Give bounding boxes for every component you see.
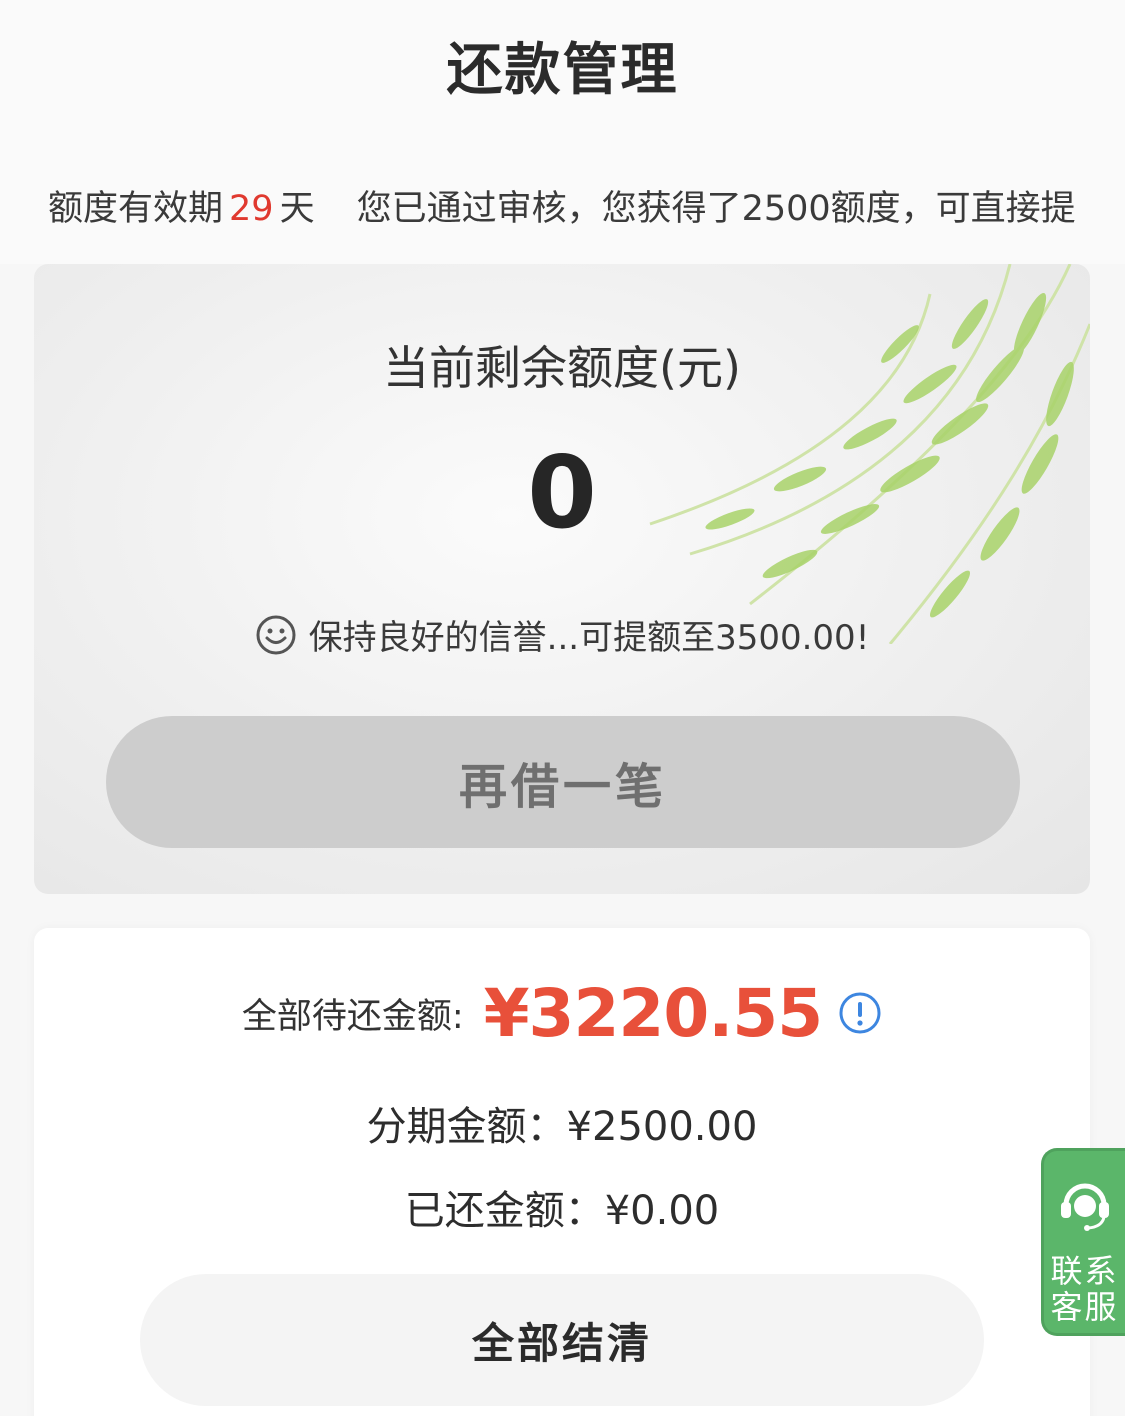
page-title: 还款管理 (446, 37, 679, 103)
notice-content: 额度有效期 29 天 您已通过审核，您获得了2500额度，可直接提现 (48, 180, 1077, 230)
validity-days: 29 (229, 189, 274, 229)
total-due-label: 全部待还金额: (241, 996, 464, 1037)
validity-prefix: 额度有效期 (48, 189, 224, 229)
top-header: 还款管理 (0, 0, 1125, 140)
customer-service-label: 联系客服 (1050, 1252, 1119, 1326)
borrow-again-button[interactable]: 再借一笔 (106, 716, 1020, 848)
notice-bar: 额度有效期 29 天 您已通过审核，您获得了2500额度，可直接提现 (0, 140, 1125, 264)
info-icon[interactable] (838, 991, 882, 1035)
installment-amount: 分期金额：¥2500.00 (366, 1104, 758, 1150)
customer-service-button[interactable]: 联系客服 (1041, 1148, 1125, 1336)
quota-value: 0 (527, 434, 597, 551)
headset-icon (1060, 1183, 1109, 1231)
settle-all-button[interactable]: 全部结清 (140, 1274, 984, 1406)
repayment-card: 全部待还金额: ¥3220.55 分期金额：¥2500.00 已还金额：¥0.0… (34, 928, 1090, 1416)
total-due-row: 全部待还金额: ¥3220.55 (34, 968, 1090, 1058)
smile-icon (256, 615, 296, 654)
total-due-amount: ¥3220.55 (483, 974, 824, 1052)
credit-tip: 保持良好的信誉...可提额至3500.00! (34, 610, 1090, 659)
credit-tip-text: 保持良好的信誉...可提额至3500.00! (308, 618, 870, 658)
quota-card: 当前剩余额度(元) 0 保持良好的信誉...可提额至3500.00! 再借一笔 (34, 264, 1090, 894)
validity-suffix: 天 (279, 189, 315, 229)
notice-marquee: 您已通过审核，您获得了2500额度，可直接提现 (356, 189, 1077, 229)
quota-label: 当前剩余额度(元) (383, 341, 741, 395)
paid-amount: 已还金额：¥0.00 (404, 1188, 720, 1234)
